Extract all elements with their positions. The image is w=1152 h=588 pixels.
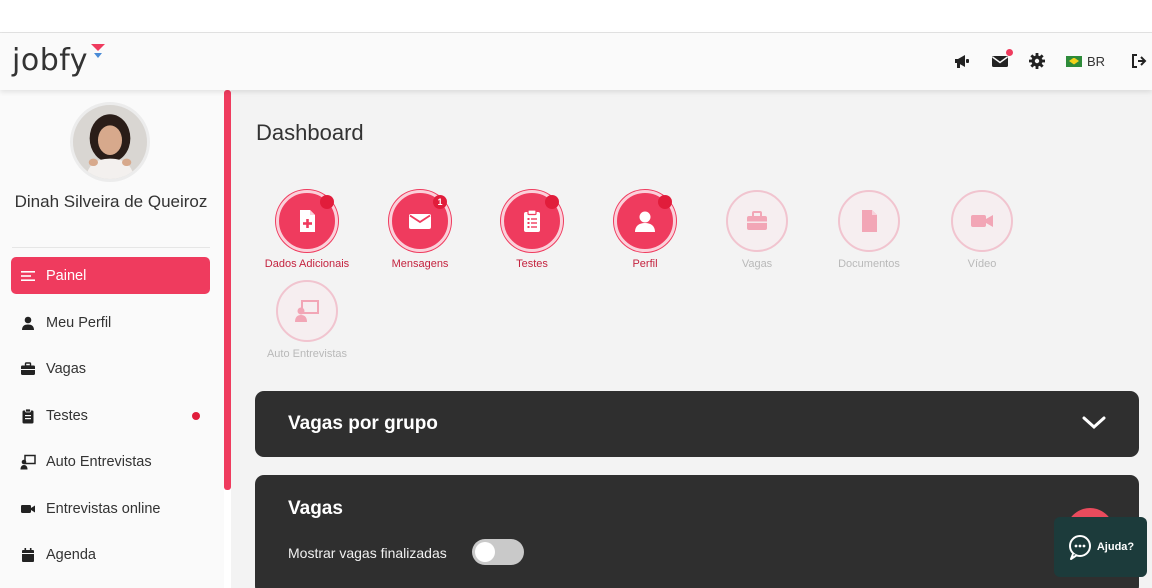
help-label: Ajuda? [1096, 541, 1135, 553]
sidebar-item-entrevistas-online[interactable]: Entrevistas online [11, 490, 210, 527]
shortcut-auto-entrevistas[interactable]: Auto Entrevistas [251, 280, 363, 360]
chevron-down-icon[interactable] [1081, 413, 1107, 433]
document-icon [838, 190, 900, 252]
shortcut-label: Testes [516, 258, 548, 270]
sidebar-item-auto-entrevistas[interactable]: Auto Entrevistas [11, 443, 210, 480]
shortcut-label: Vídeo [967, 258, 997, 270]
sidebar-item-testes[interactable]: Testes [11, 397, 210, 434]
top-navbar: jobfy BR [0, 33, 1152, 90]
message-count-badge: 1 [433, 195, 447, 209]
sidebar-item-label: Testes [46, 407, 88, 424]
sidebar-scrollbar[interactable] [224, 90, 231, 490]
browser-top-strip [0, 0, 1152, 33]
sidebar-item-label: Agenda [46, 546, 96, 563]
envelope-icon: 1 [389, 190, 451, 252]
shortcut-dados-adicionais[interactable]: Dados Adicionais [251, 190, 363, 270]
sidebar-item-agenda[interactable]: Agenda [11, 536, 210, 573]
shortcut-label: Mensagens [391, 258, 449, 270]
shortcut-vagas[interactable]: Vagas [701, 190, 813, 270]
gear-icon[interactable] [1028, 52, 1046, 70]
user-icon [614, 190, 676, 252]
sidebar: Dinah Silveira de Queiroz Painel Meu Per… [0, 90, 224, 588]
notification-dot [545, 195, 559, 209]
briefcase-icon [726, 190, 788, 252]
sidebar-item-painel[interactable]: Painel [11, 257, 210, 294]
shortcut-documentos[interactable]: Documentos [813, 190, 925, 270]
user-name: Dinah Silveira de Queiroz [14, 192, 208, 211]
presentation-icon [19, 453, 37, 471]
sidebar-item-label: Painel [46, 267, 87, 284]
avatar[interactable] [70, 102, 150, 182]
calendar-icon [19, 546, 37, 564]
shortcut-video[interactable]: Vídeo [926, 190, 1038, 270]
video-icon [19, 500, 37, 518]
sidebar-divider [12, 247, 210, 248]
mail-notification-dot [1006, 49, 1013, 56]
briefcase-icon [19, 360, 37, 378]
flag-icon [1066, 55, 1082, 67]
notification-dot [658, 195, 672, 209]
main-content: Dashboard Dados Adicionais 1 Mensagens T… [231, 90, 1152, 588]
vagas-por-grupo-panel[interactable]: Vagas por grupo [255, 391, 1139, 457]
clipboard-icon [501, 190, 563, 252]
sidebar-item-label: Auto Entrevistas [46, 453, 152, 470]
vagas-panel: Vagas Mostrar vagas finalizadas [255, 475, 1139, 588]
sidebar-item-label: Entrevistas online [46, 500, 161, 517]
chat-bubble-icon [1068, 535, 1091, 560]
jobfy-logo[interactable]: jobfy [12, 43, 88, 78]
sidebar-item-vagas[interactable]: Vagas [11, 350, 210, 387]
sidebar-item-label: Vagas [46, 360, 87, 377]
shortcut-label: Auto Entrevistas [266, 348, 348, 360]
presentation-icon [276, 280, 338, 342]
panel-title: Vagas por grupo [288, 413, 438, 434]
shortcut-label: Vagas [741, 258, 773, 270]
show-finished-toggle[interactable] [472, 539, 524, 565]
shortcut-mensagens[interactable]: 1 Mensagens [364, 190, 476, 270]
toggle-label: Mostrar vagas finalizadas [288, 545, 447, 561]
sidebar-item-label: Meu Perfil [46, 314, 112, 331]
shortcut-perfil[interactable]: Perfil [589, 190, 701, 270]
logo-mark-icon [91, 44, 105, 58]
shortcut-label: Perfil [632, 258, 658, 270]
user-icon [19, 314, 37, 332]
logout-icon[interactable] [1130, 52, 1148, 70]
video-icon [951, 190, 1013, 252]
megaphone-icon[interactable] [953, 52, 971, 70]
clipboard-icon [19, 407, 37, 425]
notification-dot [320, 195, 334, 209]
page-title: Dashboard [256, 120, 364, 145]
bars-icon [19, 267, 37, 285]
language-selector[interactable]: BR [1066, 52, 1105, 70]
panel-title: Vagas [288, 498, 343, 519]
notification-dot [192, 412, 200, 420]
shortcut-label: Documentos [838, 258, 900, 270]
language-code: BR [1087, 53, 1106, 69]
sidebar-item-meu-perfil[interactable]: Meu Perfil [11, 304, 210, 341]
help-button[interactable]: Ajuda? [1054, 517, 1147, 577]
file-plus-icon [276, 190, 338, 252]
shortcut-label: Dados Adicionais [264, 258, 350, 270]
shortcut-testes[interactable]: Testes [476, 190, 588, 270]
mail-icon[interactable] [991, 49, 1013, 70]
